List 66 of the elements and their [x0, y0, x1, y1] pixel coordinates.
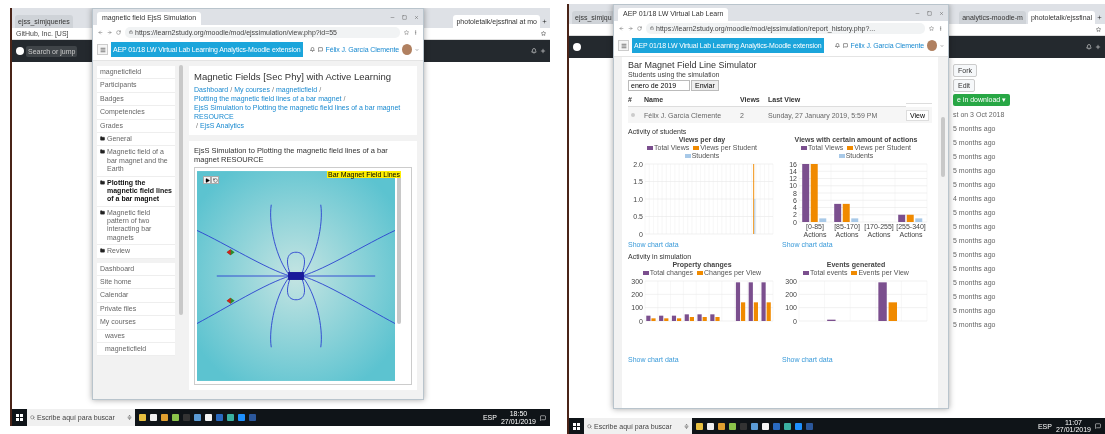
minimize-icon[interactable] [390, 14, 395, 20]
folder-icon [100, 135, 105, 141]
lock-icon [129, 30, 133, 34]
search-icon [587, 423, 592, 429]
reset-icon [212, 177, 218, 183]
new-tab-icon[interactable] [1097, 15, 1102, 20]
scrollbar[interactable] [179, 65, 183, 315]
windows-logo-icon[interactable] [573, 422, 580, 430]
windows-logo-icon[interactable] [16, 414, 23, 421]
scrollbar[interactable] [941, 117, 945, 177]
search-icon [30, 415, 35, 420]
legend-swatch [642, 270, 649, 275]
bell-icon[interactable] [834, 43, 840, 48]
reload-icon[interactable] [637, 25, 642, 31]
folder-icon [100, 149, 105, 155]
star-icon[interactable] [541, 31, 546, 36]
star-icon[interactable] [1096, 27, 1101, 32]
legend-swatch [647, 145, 653, 150]
lock-icon [650, 26, 654, 30]
microphone-icon [684, 423, 689, 429]
folder-icon [100, 209, 105, 215]
menu-icon [99, 46, 106, 53]
legend-swatch [684, 153, 691, 158]
back-icon[interactable] [619, 25, 624, 31]
plus-icon[interactable] [1095, 44, 1101, 50]
page-title: Bar Magnet Field Line Simulator [628, 60, 758, 70]
page-title: Magnetic Fields [Sec Phy] with Active Learning [194, 71, 392, 82]
avatar[interactable] [927, 40, 937, 51]
forward-icon[interactable] [107, 29, 112, 35]
menu-button[interactable] [97, 44, 108, 55]
new-tab-icon[interactable] [542, 19, 547, 24]
chat-icon[interactable] [842, 43, 848, 48]
chat-icon[interactable] [317, 47, 323, 52]
back-icon[interactable] [98, 29, 103, 35]
play-icon [204, 177, 210, 183]
row-icon [631, 113, 635, 117]
legend-swatch [803, 270, 810, 275]
star-icon[interactable] [404, 29, 409, 35]
round-logo-icon[interactable] [573, 43, 581, 51]
bell-icon[interactable] [309, 47, 315, 52]
legend-swatch [851, 270, 858, 275]
notification-icon[interactable] [1095, 423, 1101, 429]
legend-swatch [847, 145, 854, 150]
menu-icon[interactable] [413, 29, 418, 35]
legend-swatch [801, 145, 807, 150]
menu-button[interactable] [618, 40, 629, 51]
folder-icon [100, 179, 105, 185]
legend-swatch [693, 145, 700, 150]
maximize-icon[interactable] [402, 14, 407, 20]
notification-icon[interactable] [540, 414, 546, 421]
legend-swatch [838, 153, 845, 158]
menu-icon[interactable] [938, 25, 943, 31]
microphone-icon [127, 415, 132, 420]
avatar[interactable] [402, 44, 412, 55]
star-icon[interactable] [929, 25, 934, 31]
round-logo-icon[interactable] [16, 47, 24, 55]
maximize-icon[interactable] [927, 10, 932, 16]
close-icon[interactable] [414, 14, 419, 20]
legend-swatch [697, 270, 704, 275]
close-icon[interactable] [939, 10, 944, 16]
plus-icon[interactable] [540, 48, 546, 54]
forward-icon[interactable] [628, 25, 633, 31]
reload-icon[interactable] [116, 29, 121, 35]
menu-icon [620, 42, 627, 49]
folder-icon [100, 248, 105, 254]
minimize-icon[interactable] [915, 10, 920, 16]
